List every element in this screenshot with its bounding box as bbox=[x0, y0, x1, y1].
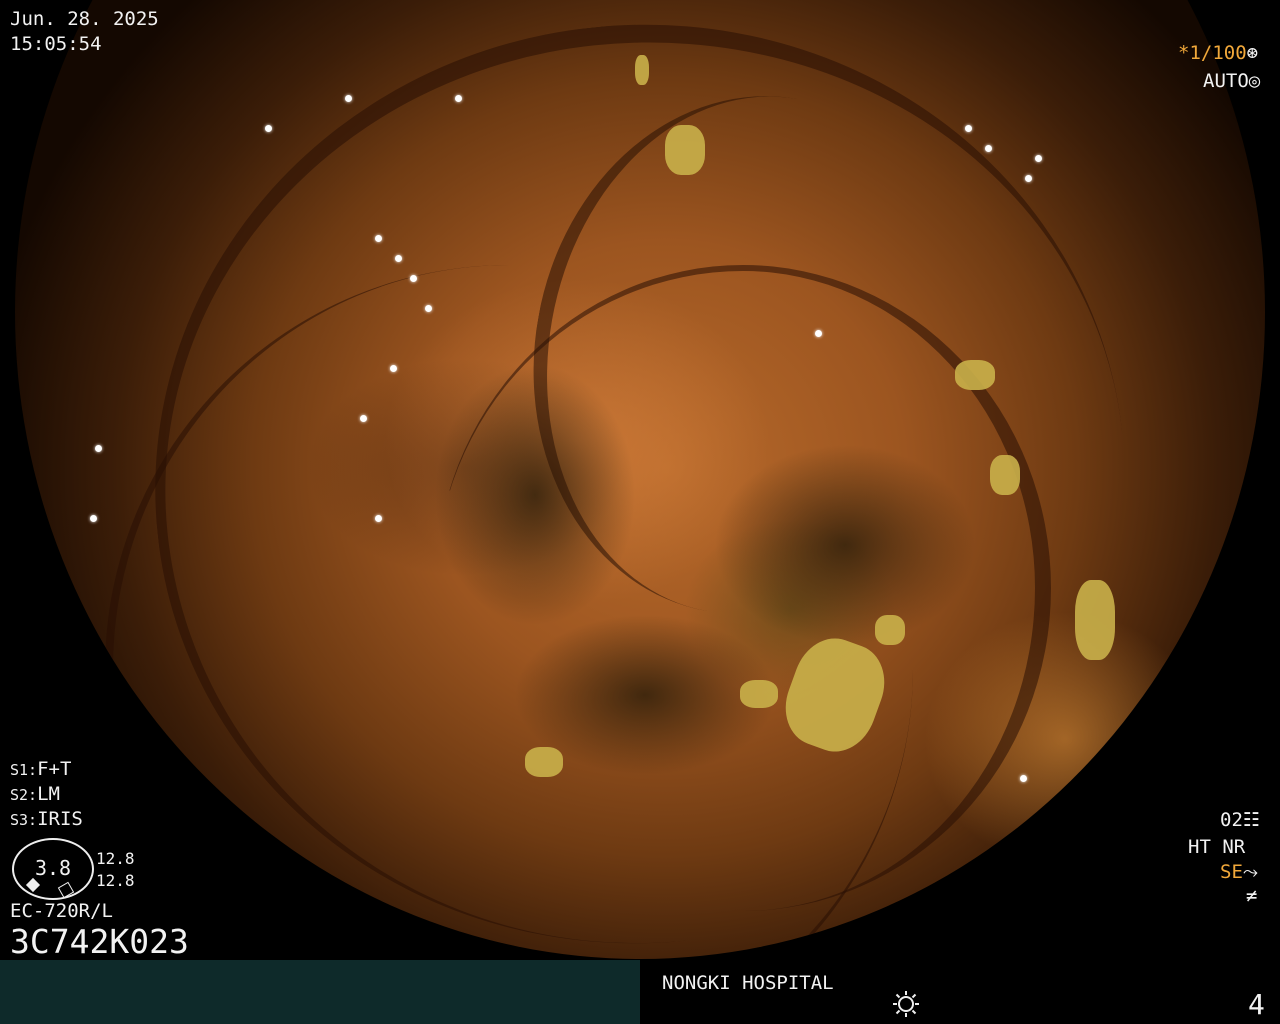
auto-mode-label: AUTO bbox=[1203, 70, 1249, 92]
light-reflection bbox=[455, 95, 462, 102]
not-equal-icon: ≠ bbox=[1246, 885, 1258, 907]
light-reflection bbox=[985, 145, 992, 152]
debris-particle bbox=[665, 125, 705, 175]
debris-particle bbox=[525, 747, 563, 777]
curve-icon: ⤳ bbox=[1242, 861, 1259, 883]
iris-upper-value: 12.8 bbox=[96, 849, 135, 868]
endoscopy-screen: Jun. 28. 2025 15:05:54 *1/100⊛ AUTO◎ S1:… bbox=[0, 0, 1280, 1024]
scope-serial: 3C742K023 bbox=[10, 922, 189, 961]
iris-lower-value: 12.8 bbox=[96, 871, 135, 890]
light-reflection bbox=[375, 235, 382, 242]
enhancement-level-value: 02 bbox=[1220, 809, 1243, 831]
marker-icon bbox=[57, 881, 75, 899]
debris-particle bbox=[990, 455, 1020, 495]
debris-particle bbox=[955, 360, 995, 390]
light-reflection bbox=[375, 515, 382, 522]
shutter-readout: *1/100⊛ bbox=[1178, 42, 1258, 64]
light-reflection bbox=[345, 95, 352, 102]
setting-s2-key: S2: bbox=[10, 786, 38, 804]
light-reflection bbox=[410, 275, 417, 282]
page-number: 4 bbox=[1248, 988, 1265, 1021]
debris-particle bbox=[635, 55, 649, 85]
scope-model: EC-720R/L bbox=[10, 900, 113, 922]
light-reflection bbox=[815, 330, 822, 337]
pointer-icon bbox=[25, 877, 41, 893]
light-reflection bbox=[1035, 155, 1042, 162]
se-label: SE bbox=[1220, 861, 1243, 883]
sun-icon bbox=[893, 991, 919, 1017]
iris-gauge: 3.8 bbox=[12, 838, 94, 900]
aperture-icon: ⊛ bbox=[1246, 42, 1259, 64]
light-reflection bbox=[1025, 175, 1032, 182]
setting-s1: S1:F+T bbox=[10, 758, 71, 781]
light-reflection bbox=[395, 255, 402, 262]
light-reflection bbox=[90, 515, 97, 522]
setting-s1-value: F+T bbox=[37, 758, 72, 780]
light-reflection bbox=[95, 445, 102, 452]
light-reflection bbox=[1020, 775, 1027, 782]
setting-s3: S3:IRIS bbox=[10, 808, 83, 831]
light-reflection bbox=[965, 125, 972, 132]
setting-s2-value: LM bbox=[37, 783, 60, 805]
setting-s3-value: IRIS bbox=[37, 808, 83, 830]
debris-particle bbox=[875, 615, 905, 645]
iris-gauge-value: 3.8 bbox=[34, 856, 72, 880]
debris-particle bbox=[740, 680, 778, 708]
hospital-name: NONGKI HOSPITAL bbox=[662, 972, 834, 994]
setting-s3-key: S3: bbox=[10, 811, 38, 829]
light-reflection bbox=[390, 365, 397, 372]
debris-particle bbox=[1075, 580, 1115, 660]
light-reflection bbox=[425, 305, 432, 312]
ht-nr-label: HT NR bbox=[1188, 836, 1246, 858]
enhancement-level: 02☷ bbox=[1220, 809, 1260, 831]
se-readout: SE⤳ bbox=[1220, 861, 1258, 883]
light-reflection bbox=[265, 125, 272, 132]
light-reflection bbox=[360, 415, 367, 422]
sliders-icon: ☷ bbox=[1242, 809, 1260, 831]
shutter-value: *1/100 bbox=[1178, 42, 1247, 64]
endoscope-image bbox=[15, 0, 1265, 959]
setting-s1-key: S1: bbox=[10, 761, 38, 779]
exam-date: Jun. 28. 2025 bbox=[10, 8, 159, 30]
setting-s2: S2:LM bbox=[10, 783, 60, 806]
exam-time: 15:05:54 bbox=[10, 33, 102, 55]
patient-info-bar bbox=[0, 960, 640, 1024]
auto-mode-readout: AUTO◎ bbox=[1203, 70, 1260, 92]
iris-ring-icon: ◎ bbox=[1248, 70, 1261, 92]
